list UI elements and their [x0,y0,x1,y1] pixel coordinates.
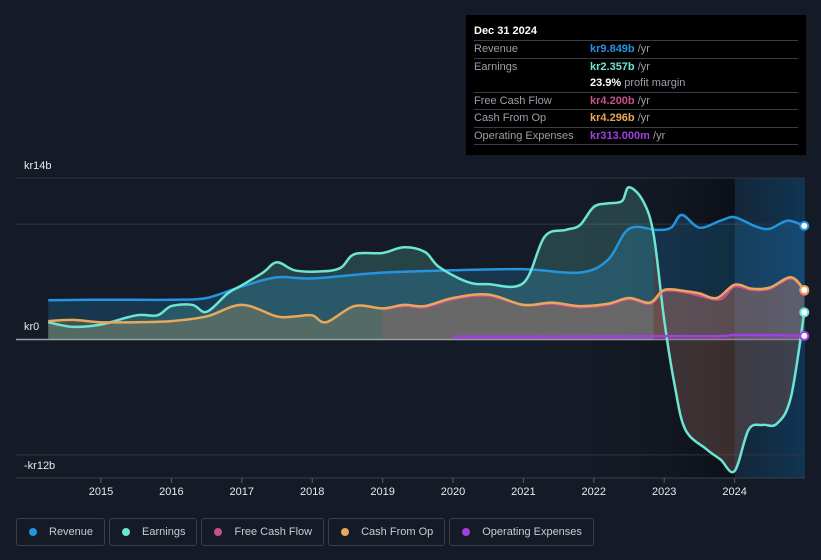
legend-dot-icon [341,528,350,536]
tooltip-row: Cash From Op kr4.296b /yr [474,110,798,128]
legend-item-revenue[interactable]: Revenue [16,518,106,546]
legend-label: Cash From Op [361,526,434,538]
tooltip-date: Dec 31 2024 [474,23,798,41]
legend-label: Earnings [142,526,186,538]
x-tick-label: 2018 [300,486,324,498]
tooltip-row-value: 23.9% profit margin [590,77,686,89]
tooltip-row: Revenue kr9.849b /yr [474,41,798,59]
earnings-endpoint [799,307,810,318]
y-tick-label-top: kr14b [24,160,52,172]
legend-item-cash-from-op[interactable]: Cash From Op [328,518,446,546]
x-tick-label: 2022 [582,486,606,498]
legend-item-free-cash-flow[interactable]: Free Cash Flow [201,518,325,546]
x-tick-label: 2023 [652,486,676,498]
tooltip-row: Free Cash Flow kr4.200b /yr [474,93,798,110]
tooltip-row-value: kr313.000m /yr [590,129,666,142]
x-tick-label: 2015 [89,486,113,498]
legend-dot-icon [29,528,37,536]
x-tick-label: 2017 [230,486,254,498]
legend-label: Operating Expenses [482,526,582,538]
legend: Revenue Earnings Free Cash Flow Cash From O… [16,518,594,546]
operating-expenses-endpoint [799,330,810,341]
legend-label: Revenue [49,526,94,538]
legend-item-earnings[interactable]: Earnings [109,518,198,546]
x-tick-label: 2024 [722,486,746,498]
legend-dot-icon [122,528,131,536]
cash-from-op-endpoint [799,284,810,295]
tooltip-row-label: Operating Expenses [474,129,574,142]
tooltip-row-value: kr2.357b /yr [590,60,650,73]
tooltip-row-label: Earnings [474,60,518,73]
tooltip-row-value: kr4.296b /yr [590,112,650,124]
tooltip-row-label: Free Cash Flow [474,94,552,107]
tooltip-row-value: kr9.849b /yr [590,43,650,55]
tooltip-row: Earnings kr2.357b /yr [474,59,798,76]
revenue-endpoint [799,220,810,231]
legend-dot-icon [462,528,471,536]
tooltip-panel: Dec 31 2024 Revenue kr9.849b /yr Earnings k… [466,15,806,155]
y-tick-label-bottom: -kr12b [24,460,56,472]
x-tick-label: 2020 [441,486,465,498]
x-tick-label: 2019 [370,486,394,498]
tooltip-row-label: Revenue [474,43,519,55]
x-tick-label: 2021 [511,486,535,498]
tooltip-row-label: Cash From Op [474,112,547,124]
y-tick-label-zero: kr0 [24,321,40,333]
tooltip-row: 23.9% profit margin [474,75,798,93]
legend-item-operating-expenses[interactable]: Operating Expenses [449,518,594,546]
legend-label: Free Cash Flow [234,526,313,538]
legend-dot-icon [214,528,223,536]
tooltip-row: Operating Expenses kr313.000m /yr [474,128,798,145]
x-tick-label: 2016 [159,486,183,498]
tooltip-row-value: kr4.200b /yr [590,94,650,107]
tooltip-row-label [474,75,590,92]
